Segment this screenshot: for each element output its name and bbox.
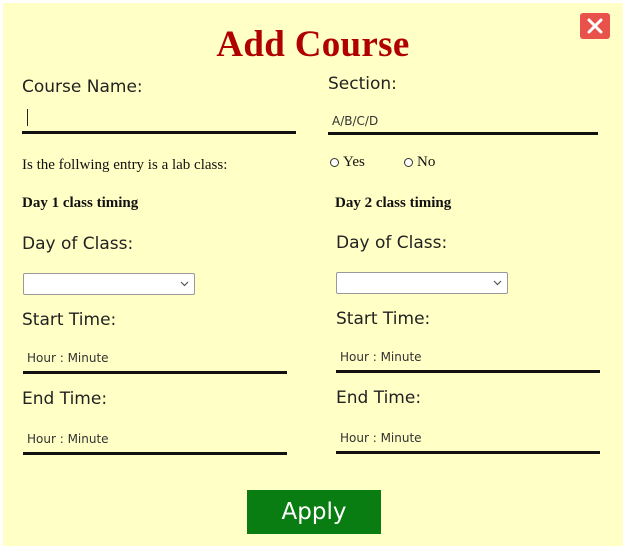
course-name-input[interactable] [22, 107, 296, 134]
lab-no-radio[interactable]: No [404, 154, 435, 171]
day2-heading: Day 2 class timing [335, 195, 452, 211]
lab-question: Is the follwing entry is a lab class: [22, 157, 228, 173]
day2-end-label: End Time: [336, 388, 422, 408]
radio-circle-icon [330, 158, 339, 167]
close-button[interactable] [580, 13, 610, 39]
add-course-dialog: Add Course Course Name: Section: Is the … [3, 3, 623, 546]
day1-end-time-input[interactable] [23, 426, 287, 455]
day1-day-label: Day of Class: [22, 234, 134, 254]
radio-circle-icon [404, 158, 413, 167]
close-icon [587, 18, 603, 34]
day2-end-time-input[interactable] [336, 425, 600, 454]
day1-start-label: Start Time: [22, 310, 117, 330]
chevron-down-icon [493, 280, 502, 286]
day2-day-select[interactable] [336, 272, 508, 294]
lab-yes-label: Yes [343, 154, 365, 170]
section-input[interactable] [328, 109, 598, 135]
dialog-title: Add Course [216, 24, 410, 65]
day1-day-select[interactable] [23, 273, 195, 295]
section-label: Section: [328, 74, 397, 94]
apply-button[interactable]: Apply [247, 490, 381, 534]
day2-start-label: Start Time: [336, 309, 431, 329]
day2-day-label: Day of Class: [336, 233, 448, 253]
day1-start-time-input[interactable] [23, 345, 287, 374]
day1-heading: Day 1 class timing [22, 195, 139, 211]
course-name-label: Course Name: [22, 77, 143, 97]
text-caret [27, 109, 28, 126]
day2-start-time-input[interactable] [336, 344, 600, 373]
lab-no-label: No [417, 154, 436, 170]
chevron-down-icon [180, 281, 189, 287]
day1-end-label: End Time: [22, 389, 108, 409]
lab-yes-radio[interactable]: Yes [330, 154, 365, 171]
